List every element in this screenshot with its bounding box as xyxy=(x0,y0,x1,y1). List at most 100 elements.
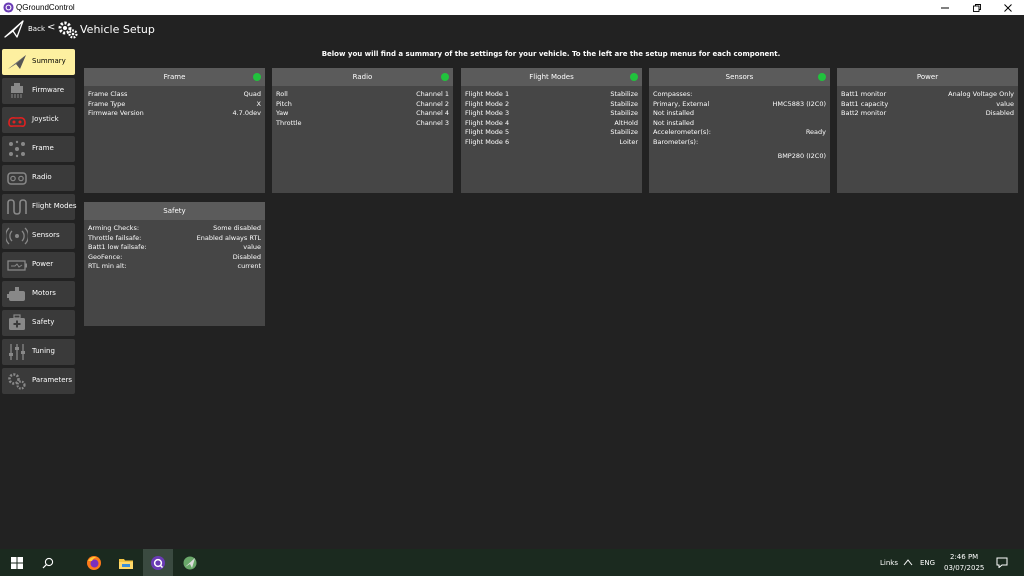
row-label: Flight Mode 6 xyxy=(465,137,510,146)
joystick-icon xyxy=(8,117,26,127)
taskbar-file-explorer[interactable] xyxy=(111,549,141,576)
frame-icon xyxy=(9,140,25,158)
firefox-icon xyxy=(87,555,101,570)
start-button[interactable] xyxy=(2,549,32,576)
clock-date[interactable]: 03/07/2025 xyxy=(944,564,984,572)
chevron-up-icon[interactable] xyxy=(903,558,913,566)
back-paper-plane-icon[interactable] xyxy=(4,19,24,39)
sidebar-item-tuning[interactable]: Tuning xyxy=(2,339,75,365)
links-toolbar[interactable]: Links xyxy=(880,559,898,567)
sidebar-item-radio[interactable]: Radio xyxy=(2,165,75,191)
app-window: QGroundControl Back < Vehicle Setup Summ… xyxy=(0,0,1024,549)
search-button[interactable] xyxy=(33,549,63,576)
row-label: Pitch xyxy=(276,99,292,108)
card-row: GeoFence: Disabled xyxy=(88,253,261,263)
card-row: Flight Mode 3 Stabilize xyxy=(465,109,638,119)
card-title: Flight Modes xyxy=(529,73,574,81)
notification-icon[interactable] xyxy=(996,557,1008,568)
gears-icon xyxy=(58,21,78,39)
plane-globe-icon xyxy=(183,556,197,569)
flight-modes-summary-card[interactable]: Flight Modes Flight Mode 1 Stabilize Flig… xyxy=(461,68,642,193)
row-value: value xyxy=(996,99,1014,108)
sidebar-item-label: Summary xyxy=(32,57,66,65)
sidebar-item-joystick[interactable]: Joystick xyxy=(2,107,75,133)
card-row: Batt1 low failsafe: value xyxy=(88,243,261,253)
sidebar-item-safety[interactable]: Safety xyxy=(2,310,75,336)
power-summary-card[interactable]: Power Batt1 monitor Analog Voltage Only B… xyxy=(837,68,1018,193)
sidebar-item-power[interactable]: Power xyxy=(2,252,75,278)
card-header: Radio xyxy=(272,68,453,86)
windows-logo-icon xyxy=(11,556,23,569)
close-button[interactable] xyxy=(993,0,1023,15)
sidebar-item-flight-modes[interactable]: Flight Modes xyxy=(2,194,77,220)
sidebar-item-label: Tuning xyxy=(32,347,55,355)
input-language[interactable]: ENG xyxy=(920,559,935,567)
row-label: Throttle failsafe: xyxy=(88,233,142,242)
sidebar-item-label: Firmware xyxy=(32,86,65,94)
taskbar-qgroundcontrol[interactable] xyxy=(143,549,173,576)
card-row: Frame Class Quad xyxy=(88,90,261,100)
row-label: Roll xyxy=(276,90,288,98)
row-value: Channel 2 xyxy=(416,99,449,108)
sidebar-item-firmware[interactable]: Firmware xyxy=(2,78,75,104)
row-label: Firmware Version xyxy=(88,109,144,118)
power-icon xyxy=(7,260,27,271)
card-row: Compasses: xyxy=(653,90,826,100)
card-row: Roll Channel 1 xyxy=(276,90,449,100)
row-value: Channel 4 xyxy=(416,109,449,118)
card-row: Primary, External HMC5883 (I2C0) xyxy=(653,100,826,110)
row-value: Stabilize xyxy=(610,99,638,108)
sidebar-item-frame[interactable]: Frame xyxy=(2,136,75,162)
row-label: Flight Mode 2 xyxy=(465,99,510,108)
row-label: Throttle xyxy=(276,118,302,127)
qgc-app-icon xyxy=(3,2,14,13)
row-label: Primary, External xyxy=(653,99,710,108)
clock-time[interactable]: 2:46 PM xyxy=(950,553,978,561)
sidebar-item-summary[interactable]: Summary xyxy=(2,49,75,75)
sidebar-item-sensors[interactable]: Sensors xyxy=(2,223,75,249)
safety-summary-card[interactable]: Safety Arming Checks: Some disabled Throt… xyxy=(84,202,265,326)
paper-plane-icon xyxy=(8,55,26,69)
row-value: Disabled xyxy=(232,252,261,261)
card-row: Flight Mode 2 Stabilize xyxy=(465,100,638,110)
card-title: Power xyxy=(916,73,939,81)
row-value: HMC5883 (I2C0) xyxy=(772,99,826,108)
row-label: Not installed xyxy=(653,109,695,118)
sensors-icon xyxy=(6,227,28,245)
title-bar: QGroundControl xyxy=(0,0,1024,15)
card-row: Not installed xyxy=(653,109,826,119)
qgc-app-icon xyxy=(151,555,165,570)
card-header: Frame xyxy=(84,68,265,86)
card-header: Power xyxy=(837,68,1018,86)
radio-summary-card[interactable]: Radio Roll Channel 1 Pitch Channel 2 Yaw Ch… xyxy=(272,68,453,193)
sensors-summary-card[interactable]: Sensors Compasses: Primary, External HMC5… xyxy=(649,68,830,193)
window-title: QGroundControl xyxy=(16,3,75,12)
card-row: Barometer(s): xyxy=(653,138,826,148)
row-label: Batt1 capacity xyxy=(841,99,889,108)
row-label: GeoFence: xyxy=(88,252,123,261)
close-icon xyxy=(1004,3,1012,12)
sidebar-item-label: Flight Modes xyxy=(32,202,77,210)
row-value: Analog Voltage Only xyxy=(948,90,1014,98)
back-button[interactable]: Back xyxy=(28,25,45,33)
card-row: RTL min alt: current xyxy=(88,262,261,272)
row-label: Frame Type xyxy=(88,99,126,108)
row-value: Stabilize xyxy=(610,109,638,118)
card-header: Sensors xyxy=(649,68,830,86)
taskbar-app-icon[interactable] xyxy=(175,549,205,576)
flight-modes-icon xyxy=(7,199,27,215)
restore-button[interactable] xyxy=(962,0,992,15)
frame-summary-card[interactable]: Frame Frame Class Quad Frame Type X Firmwa… xyxy=(84,68,265,193)
status-ok-indicator xyxy=(253,73,261,81)
card-row: Firmware Version 4.7.0dev xyxy=(88,109,261,119)
sidebar-item-motors[interactable]: Motors xyxy=(2,281,75,307)
card-row: Batt2 monitor Disabled xyxy=(841,109,1014,119)
minimize-button[interactable] xyxy=(930,0,960,15)
status-ok-indicator xyxy=(630,73,638,81)
breadcrumb-separator: < xyxy=(47,22,56,33)
card-row: BMP280 (I2C0) xyxy=(653,152,826,162)
taskbar-firefox[interactable] xyxy=(79,549,109,576)
sidebar-item-parameters[interactable]: Parameters xyxy=(2,368,75,394)
row-value: Enabled always RTL xyxy=(196,233,261,242)
row-label: Flight Mode 1 xyxy=(465,90,510,98)
